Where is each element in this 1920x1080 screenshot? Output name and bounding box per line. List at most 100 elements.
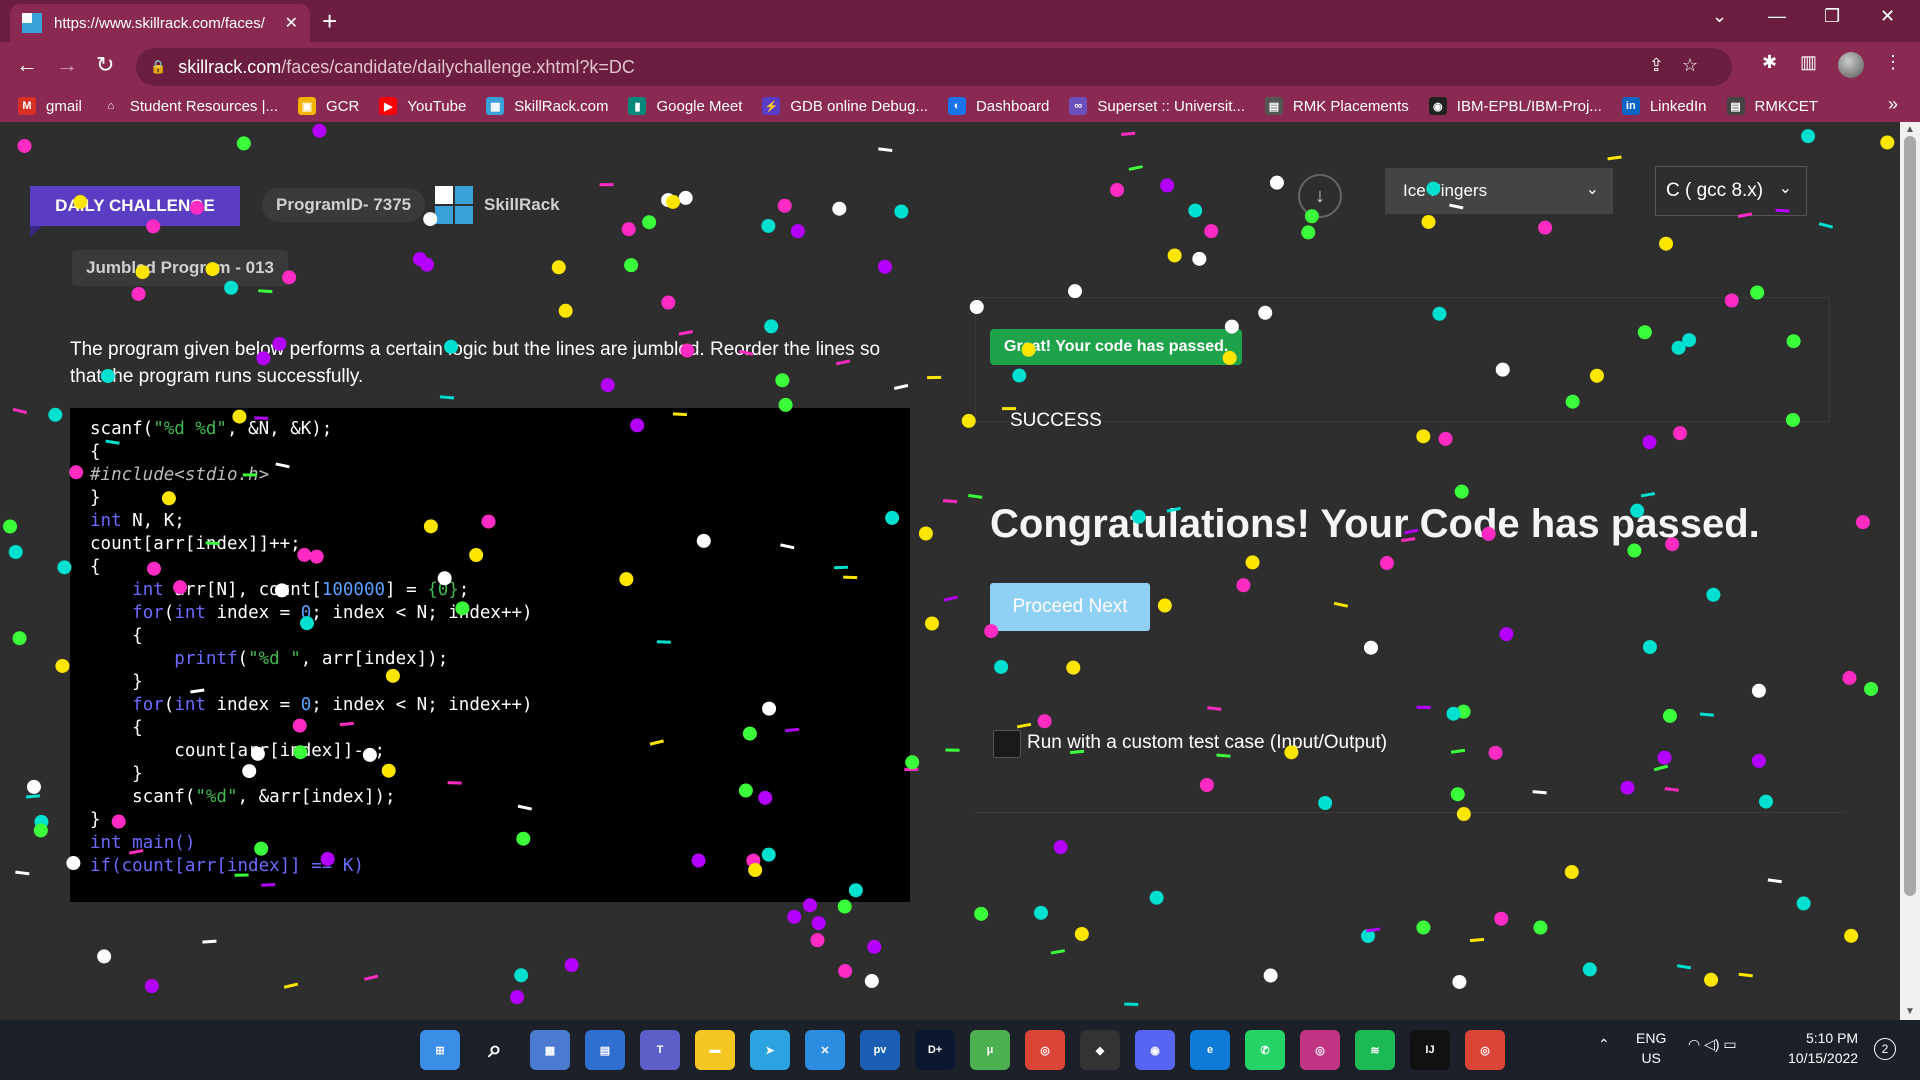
taskbar-whatsapp-icon[interactable]: ✆ — [1245, 1030, 1285, 1070]
brand-label: SkillRack — [484, 195, 560, 214]
language-select[interactable]: C ( gcc 8.x) ⌄ — [1655, 166, 1807, 216]
bookmark-favicon-icon: ▶ — [379, 97, 398, 115]
tab-title: https://www.skillrack.com/faces/ — [54, 14, 265, 32]
wifi-volume-battery-icon[interactable]: ◠ ◁) ▭ — [1688, 1036, 1737, 1053]
taskbar-store-icon[interactable]: ▤ — [585, 1030, 625, 1070]
taskbar-spotify-icon[interactable]: ≋ — [1355, 1030, 1395, 1070]
bookmark-favicon-icon: ◉ — [1428, 97, 1447, 115]
program-title: Jumbled Program - 013 — [72, 250, 289, 286]
bookmarks-bar: Mgmail ⌂ Student Resources |... ▣ GCR ▶ YouTub… — [0, 90, 1920, 122]
new-tab-button[interactable]: + — [322, 6, 337, 37]
congratulations-heading: Congratulations! Your Code has passed. — [990, 502, 1760, 546]
custom-test-label[interactable]: Run with a custom test case (Input/Outpu… — [1027, 732, 1387, 754]
tray-overflow-icon[interactable]: ⌃ — [1598, 1036, 1610, 1053]
chevron-down-icon: ⌄ — [1585, 181, 1599, 198]
taskbar-telegram-icon[interactable]: ➤ — [750, 1030, 790, 1070]
taskbar-edge-icon[interactable]: e — [1190, 1030, 1230, 1070]
page-scrollbar[interactable]: ▲ ▼ — [1900, 122, 1920, 1020]
bookmark-favicon-icon: ∞ — [1069, 97, 1088, 115]
region-code: US — [1641, 1050, 1661, 1066]
bookmark-label: GCR — [326, 97, 360, 115]
menu-icon[interactable]: ⋮ — [1884, 52, 1902, 73]
bookmark-item[interactable]: ◐ Dashboard — [947, 97, 1049, 115]
scroll-up-icon[interactable]: ▲ — [1905, 124, 1915, 135]
taskbar-intellij-icon[interactable]: IJ — [1410, 1030, 1450, 1070]
proceed-next-button[interactable]: Proceed Next — [990, 583, 1150, 631]
bookmark-label: GDB online Debug... — [790, 97, 928, 115]
bookmark-item[interactable]: ▤ RMK Placements — [1264, 97, 1409, 115]
system-clock[interactable]: 5:10 PM 10/15/2022 — [1788, 1028, 1858, 1068]
bookmark-item[interactable]: ▣ GCR — [298, 97, 359, 115]
bookmark-item[interactable]: ∞ Superset :: Universit... — [1069, 97, 1245, 115]
tab-close-icon[interactable]: ✕ — [285, 13, 298, 33]
bookmark-favicon-icon: ▦ — [486, 97, 505, 115]
taskbar-chrome-icon[interactable]: ◎ — [1025, 1030, 1065, 1070]
custom-test-checkbox[interactable] — [993, 730, 1021, 758]
taskbar-chrome-active-icon[interactable]: ◎ — [1465, 1030, 1505, 1070]
windows-taskbar: ⊞ ⌕ ▦ ▤ T ▬ ➤ ✕ pv D+ μ ◎ ◆ ◉ e ✆ ◎ ≋ IJ ◎ ⌃ ENG US ◠ ◁) ▭ … — [0, 1020, 1920, 1080]
share-and-star-icon[interactable]: ⇪☆ — [1649, 55, 1716, 76]
chevron-down-icon: ⌄ — [1778, 180, 1792, 197]
browser-tab[interactable]: https://www.skillrack.com/faces/ ✕ — [10, 4, 310, 42]
sidepanel-icon[interactable]: ▥ — [1800, 52, 1817, 73]
daily-challenge-badge: DAILY CHALLENGE — [30, 186, 240, 226]
taskbar-explorer-icon[interactable]: ▬ — [695, 1030, 735, 1070]
theme-select[interactable]: Ice Fingers ⌄ — [1385, 168, 1613, 214]
taskbar-instagram-icon[interactable]: ◎ — [1300, 1030, 1340, 1070]
taskbar-widgets-icon[interactable]: ▦ — [530, 1030, 570, 1070]
back-icon[interactable]: ← — [16, 52, 38, 78]
bookmark-label: SkillRack.com — [514, 97, 609, 115]
bookmark-favicon-icon: in — [1621, 97, 1640, 115]
bookmark-item[interactable]: ⚡ GDB online Debug... — [762, 97, 928, 115]
code-panel[interactable]: scanf("%d %d", &N, &K);{#include<stdio.h… — [70, 408, 910, 902]
passed-badge: Great! Your code has passed. — [990, 329, 1243, 365]
reload-icon[interactable]: ↻ — [96, 52, 114, 78]
taskbar-utorrent-icon[interactable]: μ — [970, 1030, 1010, 1070]
extensions-icon[interactable]: ✱ — [1762, 52, 1777, 73]
bookmark-item[interactable]: ◉ IBM-EPBL/IBM-Proj... — [1428, 97, 1602, 115]
taskbar-alienware-icon[interactable]: ◆ — [1080, 1030, 1120, 1070]
forward-icon[interactable]: → — [56, 52, 78, 78]
page-content: DAILY CHALLENGE ProgramID- 7375 SkillRac… — [0, 122, 1900, 1020]
input-language[interactable]: ENG US — [1636, 1028, 1666, 1068]
browser-toolbar: ← → ↻ 🔒 skillrack.com/faces/candidate/da… — [0, 42, 1920, 90]
taskbar-teams-icon[interactable]: T — [640, 1030, 680, 1070]
notification-badge[interactable]: 2 — [1874, 1038, 1896, 1060]
taskbar-discord-icon[interactable]: ◉ — [1135, 1030, 1175, 1070]
taskbar-vscode-icon[interactable]: ✕ — [805, 1030, 845, 1070]
skillrack-favicon-icon — [22, 13, 42, 33]
address-bar[interactable]: 🔒 skillrack.com/faces/candidate/dailycha… — [136, 48, 1732, 86]
bookmark-item[interactable]: ▦ SkillRack.com — [486, 97, 608, 115]
tab-search-icon[interactable]: ⌄ — [1712, 6, 1727, 27]
bookmarks-more-icon[interactable]: » — [1888, 94, 1898, 115]
clock-time: 5:10 PM — [1805, 1030, 1859, 1046]
url-path: /faces/candidate/dailychallenge.xhtml?k=… — [281, 56, 635, 77]
bookmark-item[interactable]: ⌂ Student Resources |... — [101, 97, 278, 115]
close-window-button[interactable]: ✕ — [1880, 6, 1895, 27]
browser-tab-bar: https://www.skillrack.com/faces/ ✕ + ⌄ —… — [0, 0, 1920, 42]
taskbar-search-icon[interactable]: ⌕ — [475, 1030, 515, 1070]
bookmark-favicon-icon: ⌂ — [101, 97, 120, 115]
bookmark-favicon-icon: ▤ — [1726, 97, 1745, 115]
bookmark-item[interactable]: Mgmail — [18, 97, 82, 115]
taskbar-hotstar-icon[interactable]: D+ — [915, 1030, 955, 1070]
bookmark-item[interactable]: ▮ Google Meet — [628, 97, 742, 115]
profile-avatar[interactable] — [1838, 52, 1864, 78]
download-icon[interactable]: ↓ — [1298, 174, 1342, 218]
taskbar-start-icon[interactable]: ⊞ — [420, 1030, 460, 1070]
bookmark-label: RMKCET — [1754, 97, 1818, 115]
bookmark-label: gmail — [46, 97, 82, 115]
divider — [975, 812, 1845, 813]
bookmark-item[interactable]: ▤ RMKCET — [1726, 97, 1818, 115]
minimize-button[interactable]: — — [1768, 6, 1786, 27]
restore-button[interactable]: ❐ — [1824, 6, 1840, 27]
taskbar-prime-video-icon[interactable]: pv — [860, 1030, 900, 1070]
bookmark-item[interactable]: in LinkedIn — [1621, 97, 1707, 115]
scrollbar-thumb[interactable] — [1904, 136, 1916, 896]
status-text: SUCCESS — [1010, 410, 1102, 431]
bookmark-item[interactable]: ▶ YouTube — [379, 97, 466, 115]
bookmark-favicon-icon: ▮ — [628, 97, 647, 115]
bookmark-label: LinkedIn — [1649, 97, 1707, 115]
scroll-down-icon[interactable]: ▼ — [1905, 1006, 1915, 1017]
clock-date: 10/15/2022 — [1788, 1050, 1859, 1066]
